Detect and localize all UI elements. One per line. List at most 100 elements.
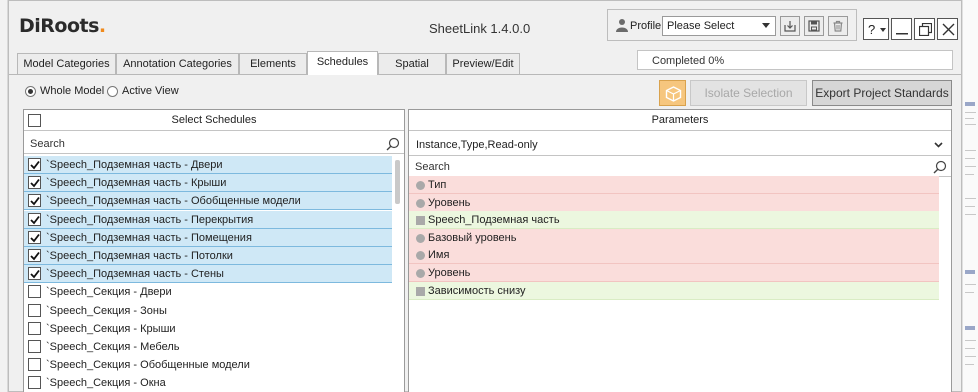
schedule-checkbox[interactable] (28, 176, 41, 190)
parameter-label: Базовый уровень (428, 231, 517, 244)
schedule-row[interactable]: `Speech_Подземная часть - Перекрытия (24, 210, 392, 229)
export-project-standards-button[interactable]: Export Project Standards (812, 80, 952, 106)
schedule-checkbox[interactable] (28, 285, 41, 299)
schedule-row[interactable]: `Speech_Секция - Мебель (24, 338, 392, 356)
chevron-down-icon (880, 28, 886, 32)
schedule-row[interactable]: `Speech_Секция - Окна (24, 374, 392, 392)
schedule-checkbox[interactable] (28, 303, 41, 317)
read-only-param-icon (416, 251, 425, 261)
schedule-row[interactable]: `Speech_Секция - Крыши (24, 320, 392, 338)
background-document-strip (962, 0, 978, 392)
schedule-row[interactable]: `Speech_Секция - Зоны (24, 302, 392, 320)
parameter-row[interactable]: Тип (409, 176, 939, 194)
schedules-header-label: Select Schedules (171, 114, 257, 126)
save-profile-button[interactable] (804, 16, 824, 36)
tab-elements[interactable]: Elements (239, 53, 307, 74)
parameters-header: Parameters (409, 110, 951, 131)
schedule-checkbox[interactable] (28, 249, 41, 262)
read-only-param-icon (416, 198, 425, 208)
parameter-label: Уровень (428, 267, 471, 279)
parameter-label: Имя (428, 249, 450, 262)
parameter-row[interactable]: Базовый уровень (409, 228, 939, 247)
maximize-button[interactable] (914, 18, 935, 40)
parameter-label: Уровень (428, 196, 471, 209)
parameter-row[interactable]: Speech_Подземная часть (409, 211, 939, 230)
schedules-search-input[interactable] (30, 136, 360, 152)
delete-profile-button[interactable] (828, 16, 848, 36)
schedule-label: `Speech_Секция - Двери (46, 286, 172, 299)
schedule-checkbox[interactable] (28, 358, 41, 372)
tab-annotation-categories[interactable]: Annotation Categories (116, 53, 239, 74)
search-icon (386, 137, 400, 151)
checkmark-icon (30, 179, 40, 188)
parameters-panel: Parameters Instance,Type,Read-only Тип Ур… (408, 109, 952, 392)
tab-model-categories[interactable]: Model Categories (17, 53, 116, 74)
close-button[interactable] (937, 18, 958, 40)
schedule-label: `Speech_Секция - Окна (46, 377, 166, 390)
checkmark-icon (30, 215, 40, 224)
import-icon (784, 21, 796, 32)
help-button[interactable]: ? (863, 18, 889, 40)
schedule-checkbox[interactable] (28, 267, 41, 281)
schedule-checkbox[interactable] (28, 212, 41, 226)
schedule-row[interactable]: `Speech_Подземная часть - Стены (24, 265, 392, 284)
active-view-label[interactable]: Active View (122, 85, 179, 97)
schedule-checkbox[interactable] (28, 158, 41, 171)
schedules-search (24, 134, 404, 154)
schedules-scrollbar[interactable] (394, 156, 401, 392)
background-app-strip (0, 0, 8, 392)
whole-model-radio[interactable] (25, 86, 36, 97)
schedule-checkbox[interactable] (28, 194, 41, 208)
schedule-row[interactable]: `Speech_Подземная часть - Двери (24, 156, 392, 174)
schedule-row[interactable]: `Speech_Секция - Обобщенные модели (24, 356, 392, 374)
schedule-checkbox[interactable] (28, 340, 41, 353)
title-bar[interactable]: DiRoots. SheetLink 1.4.0.0 Profile Pleas… (9, 1, 961, 45)
schedule-label: `Speech_Секция - Крыши (46, 322, 176, 335)
schedule-row[interactable]: `Speech_Секция - Двери (24, 283, 392, 301)
schedule-label: `Speech_Подземная часть - Крыши (46, 177, 227, 190)
checkmark-icon (30, 270, 40, 279)
tab-divider (9, 74, 961, 75)
instance-param-icon (416, 216, 425, 226)
schedule-checkbox[interactable] (28, 230, 41, 244)
load-profile-button[interactable] (780, 16, 800, 36)
schedule-label: `Speech_Секция - Обобщенные модели (46, 359, 250, 372)
minimize-button[interactable] (891, 18, 912, 40)
profile-select[interactable]: Please Select (662, 16, 776, 36)
schedules-panel: Select Schedules `Speech_Подземная часть… (23, 109, 405, 392)
read-only-param-icon (416, 233, 425, 243)
close-icon (942, 23, 955, 36)
sheetlink-window: DiRoots. SheetLink 1.4.0.0 Profile Pleas… (8, 0, 962, 392)
tab-spatial[interactable]: Spatial (378, 53, 446, 74)
progress-bar: Completed 0% (637, 50, 953, 70)
restore-icon (919, 23, 932, 36)
schedules-header: Select Schedules (24, 110, 404, 131)
read-only-param-icon (416, 181, 425, 190)
parameter-row[interactable]: Уровень (409, 264, 939, 282)
tab-schedules[interactable]: Schedules (307, 51, 378, 75)
active-view-radio[interactable] (107, 86, 118, 97)
schedule-row[interactable]: `Speech_Подземная часть - Помещения (24, 228, 392, 247)
parameters-search-input[interactable] (415, 159, 745, 175)
parameters-search (409, 157, 951, 177)
parameter-row[interactable]: Имя (409, 246, 939, 265)
schedule-checkbox[interactable] (28, 321, 41, 335)
parameter-label: Тип (428, 179, 447, 191)
schedule-row[interactable]: `Speech_Подземная часть - Крыши (24, 174, 392, 193)
schedule-row[interactable]: `Speech_Подземная часть - Потолки (24, 247, 392, 265)
parameter-row[interactable]: Зависимость снизу (409, 281, 939, 300)
tab-preview-edit[interactable]: Preview/Edit (446, 53, 520, 74)
parameter-filter-dropdown[interactable]: Instance,Type,Read-only (409, 134, 951, 156)
isolate-selection-button[interactable]: Isolate Selection (690, 80, 807, 106)
schedule-row[interactable]: `Speech_Подземная часть - Обобщенные мод… (24, 192, 392, 211)
search-icon (933, 160, 947, 174)
select-in-model-button[interactable] (659, 80, 686, 106)
select-all-checkbox[interactable] (28, 114, 41, 127)
parameter-filter-value: Instance,Type,Read-only (416, 139, 538, 151)
whole-model-label[interactable]: Whole Model (40, 85, 104, 97)
instance-param-icon (416, 286, 425, 296)
scrollbar-thumb[interactable] (395, 160, 400, 204)
read-only-param-icon (416, 269, 425, 278)
schedule-checkbox[interactable] (28, 376, 41, 390)
parameter-row[interactable]: Уровень (409, 193, 939, 212)
